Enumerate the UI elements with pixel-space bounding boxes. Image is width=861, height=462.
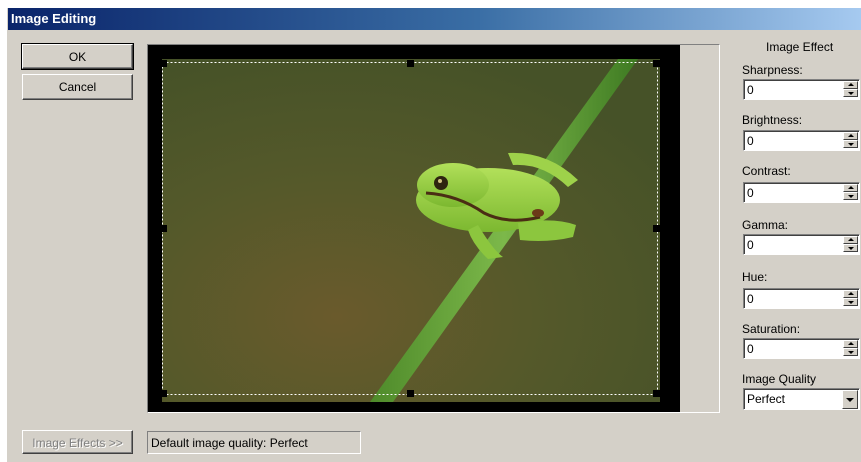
crop-handle-right[interactable] bbox=[653, 225, 660, 232]
saturation-field[interactable]: 0 bbox=[743, 338, 860, 359]
status-bar: Default image quality: Perfect bbox=[147, 431, 361, 454]
image-frame bbox=[148, 45, 680, 412]
spin-down-icon[interactable] bbox=[843, 192, 858, 200]
sharpness-value[interactable]: 0 bbox=[747, 83, 754, 97]
spin-down-icon[interactable] bbox=[843, 89, 858, 97]
spin-down-icon[interactable] bbox=[843, 140, 858, 148]
hue-spinner[interactable] bbox=[843, 290, 858, 307]
crop-handle-left[interactable] bbox=[160, 225, 167, 232]
image-quality-label: Image Quality bbox=[742, 372, 817, 386]
saturation-spinner[interactable] bbox=[843, 340, 858, 357]
image-effects-button[interactable]: Image Effects >> bbox=[22, 430, 133, 454]
contrast-field[interactable]: 0 bbox=[743, 182, 860, 203]
image-quality-select[interactable]: Perfect bbox=[743, 388, 860, 410]
brightness-field[interactable]: 0 bbox=[743, 130, 860, 151]
spin-up-icon[interactable] bbox=[843, 184, 858, 192]
image-effect-heading: Image Effect bbox=[766, 40, 834, 54]
title-bar[interactable]: Image Editing bbox=[8, 8, 861, 30]
spin-up-icon[interactable] bbox=[843, 132, 858, 140]
status-text: Default image quality: Perfect bbox=[151, 436, 308, 450]
spin-down-icon[interactable] bbox=[843, 298, 858, 306]
window-title: Image Editing bbox=[11, 11, 97, 26]
spin-up-icon[interactable] bbox=[843, 81, 858, 89]
ok-button[interactable]: OK bbox=[21, 43, 134, 70]
image-preview-panel bbox=[147, 44, 720, 413]
crop-handle-bottom[interactable] bbox=[407, 390, 414, 397]
hue-value[interactable]: 0 bbox=[747, 292, 754, 306]
sharpness-label: Sharpness: bbox=[742, 63, 803, 77]
brightness-spinner[interactable] bbox=[843, 132, 858, 149]
saturation-value[interactable]: 0 bbox=[747, 342, 754, 356]
gamma-label: Gamma: bbox=[742, 218, 789, 232]
contrast-spinner[interactable] bbox=[843, 184, 858, 201]
cancel-button[interactable]: Cancel bbox=[22, 74, 133, 100]
spin-up-icon[interactable] bbox=[843, 340, 858, 348]
gamma-value[interactable]: 0 bbox=[747, 238, 754, 252]
brightness-label: Brightness: bbox=[742, 113, 803, 127]
spin-down-icon[interactable] bbox=[843, 244, 858, 252]
crop-handle-bottom-right[interactable] bbox=[653, 390, 660, 397]
crop-handle-top-left[interactable] bbox=[160, 60, 167, 67]
sharpness-field[interactable]: 0 bbox=[743, 79, 860, 100]
hue-label: Hue: bbox=[742, 270, 768, 284]
brightness-value[interactable]: 0 bbox=[747, 134, 754, 148]
contrast-value[interactable]: 0 bbox=[747, 186, 754, 200]
image-editing-dialog: Image Editing OK Cancel Image Effect Sha… bbox=[7, 8, 861, 462]
hue-field[interactable]: 0 bbox=[743, 288, 860, 309]
crop-handle-top[interactable] bbox=[407, 60, 414, 67]
spin-down-icon[interactable] bbox=[843, 348, 858, 356]
spin-up-icon[interactable] bbox=[843, 236, 858, 244]
image-quality-value[interactable]: Perfect bbox=[747, 392, 785, 406]
saturation-label: Saturation: bbox=[742, 322, 801, 336]
crop-handle-bottom-left[interactable] bbox=[160, 390, 167, 397]
spin-up-icon[interactable] bbox=[843, 290, 858, 298]
sharpness-spinner[interactable] bbox=[843, 81, 858, 98]
frog-photo[interactable] bbox=[148, 45, 680, 412]
chevron-down-icon[interactable] bbox=[842, 390, 858, 409]
contrast-label: Contrast: bbox=[742, 164, 791, 178]
gamma-spinner[interactable] bbox=[843, 236, 858, 253]
crop-handle-top-right[interactable] bbox=[653, 60, 660, 67]
gamma-field[interactable]: 0 bbox=[743, 234, 860, 255]
